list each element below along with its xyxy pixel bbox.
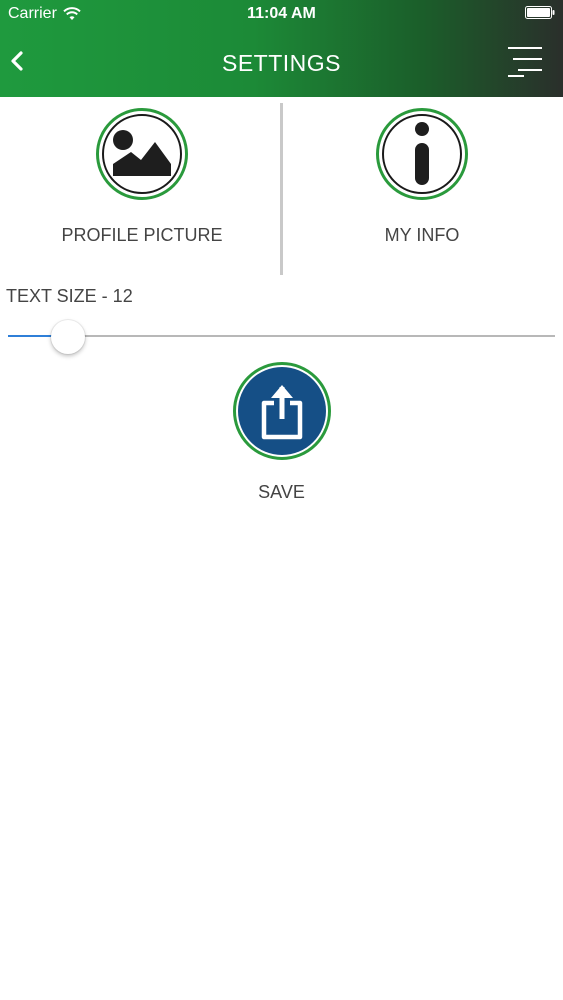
- my-info-label: MY INFO: [384, 225, 460, 245]
- status-time: 11:04 AM: [247, 5, 316, 22]
- slider-track: [8, 335, 555, 337]
- text-size-slider[interactable]: [8, 320, 555, 354]
- profile-picture-label: PROFILE PICTURE: [61, 225, 223, 245]
- header-bar: Carrier 11:04 AM SETTINGS: [0, 0, 563, 97]
- profile-picture-option[interactable]: PROFILE PICTURE: [2, 97, 282, 277]
- save-label: SAVE: [258, 482, 305, 502]
- save-button-fill: [237, 367, 326, 455]
- info-icon: [415, 122, 429, 185]
- profile-picture-ring: [102, 114, 182, 194]
- slider-thumb[interactable]: [51, 320, 85, 354]
- settings-options: PROFILE PICTURE MY INFO: [0, 97, 563, 277]
- hamburger-menu-icon: [508, 47, 542, 77]
- menu-button[interactable]: [507, 46, 543, 78]
- settings-screen: Carrier 11:04 AM SETTINGS PROFILE PICTUR…: [0, 0, 563, 1000]
- share-upload-icon: [261, 385, 302, 440]
- battery-icon: [525, 6, 555, 19]
- page-title: SETTINGS: [221, 50, 341, 76]
- my-info-option[interactable]: MY INFO: [282, 97, 562, 277]
- image-icon: [113, 130, 171, 176]
- profile-picture-button[interactable]: [96, 108, 188, 200]
- my-info-button[interactable]: [376, 108, 468, 200]
- save-button[interactable]: [232, 362, 331, 460]
- save-section: SAVE: [0, 362, 563, 512]
- text-size-label: TEXT SIZE - 12: [6, 286, 133, 306]
- my-info-ring: [382, 114, 462, 194]
